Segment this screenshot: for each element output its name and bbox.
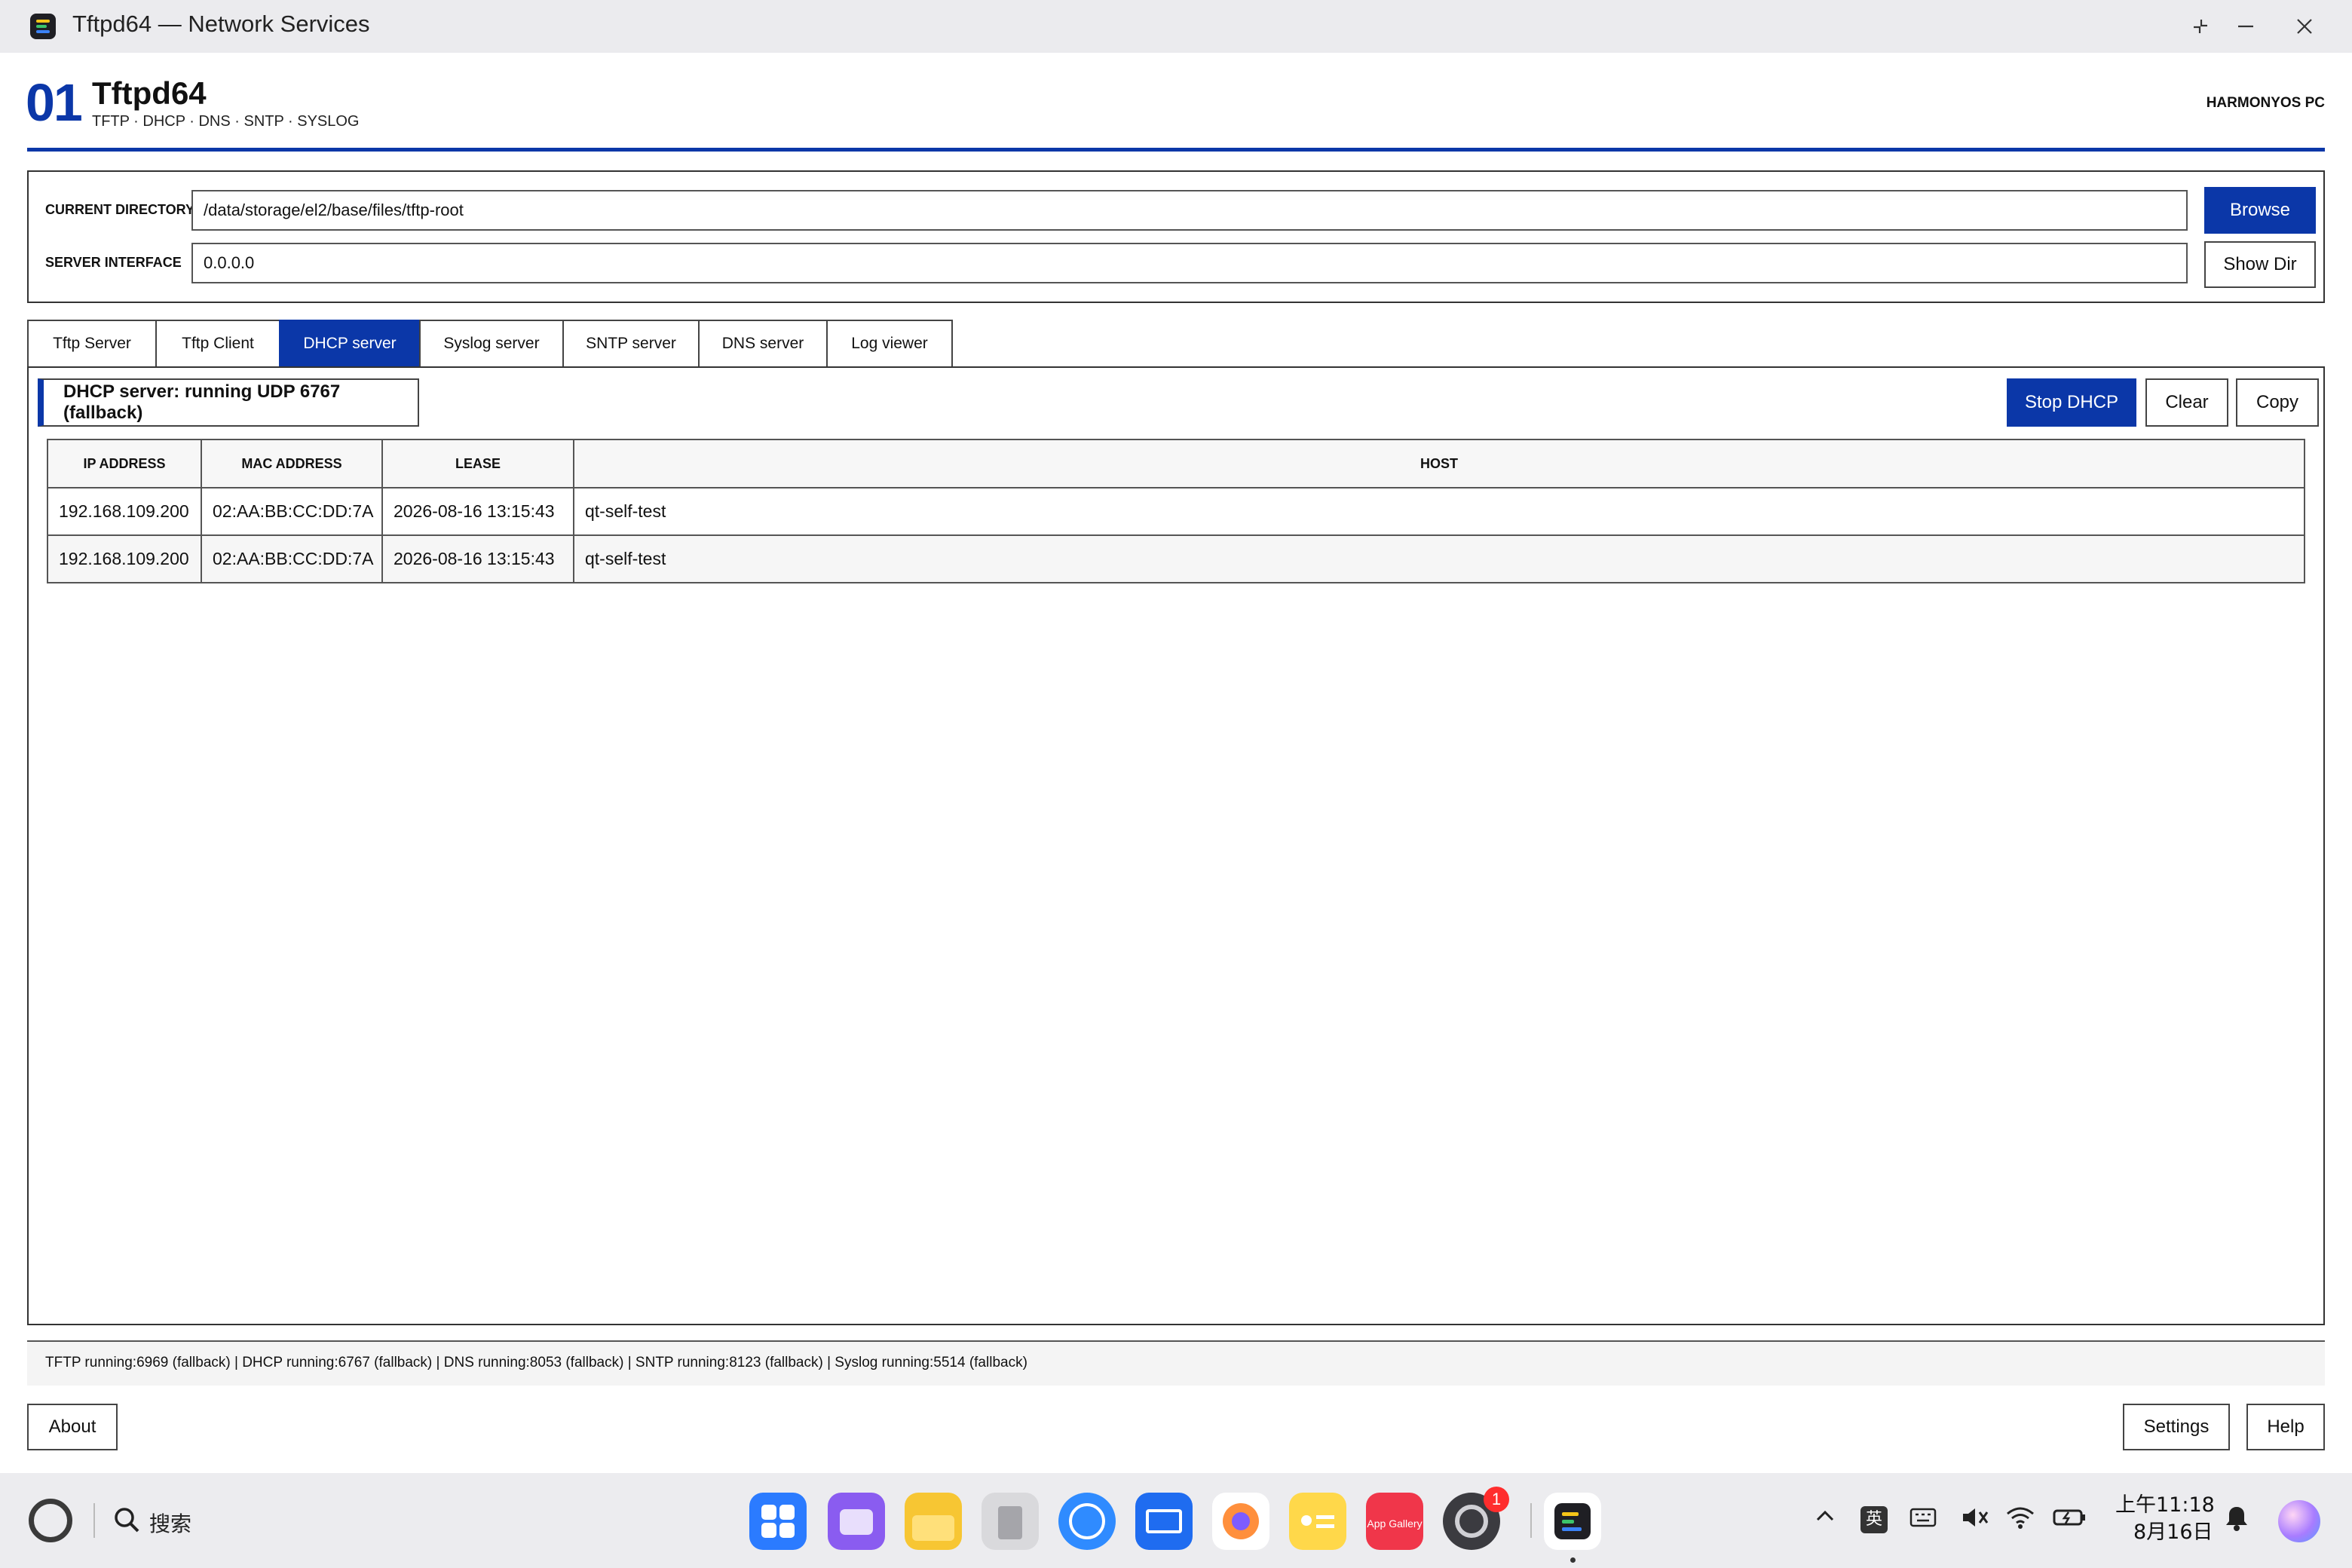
ime-icon[interactable]: 英 [1860, 1506, 1888, 1533]
active-app-indicator [1570, 1557, 1576, 1563]
launcher-icon[interactable] [749, 1493, 807, 1550]
tab-dhcp-server[interactable]: DHCP server [279, 320, 419, 368]
restore-icon[interactable] [2183, 9, 2218, 44]
multitask-icon[interactable] [828, 1493, 885, 1550]
battery-icon[interactable] [2052, 1505, 2087, 1536]
current-directory-label: CURRENT DIRECTORY [45, 202, 195, 217]
tab-bar: Tftp Server Tftp Client DHCP server Sysl… [27, 320, 953, 368]
app-subtitle: TFTP · DHCP · DNS · SNTP · SYSLOG [92, 113, 360, 130]
clock-date[interactable]: 8月16日 [2133, 1515, 2213, 1545]
tab-syslog-server[interactable]: Syslog server [419, 320, 562, 368]
tab-tftp-server[interactable]: Tftp Server [27, 320, 155, 368]
tab-log-viewer[interactable]: Log viewer [826, 320, 953, 368]
cell-host: qt-self-test [573, 487, 2305, 536]
volume-muted-icon[interactable] [1960, 1505, 1990, 1536]
stop-dhcp-button[interactable]: Stop DHCP [2007, 378, 2136, 427]
keyboard-icon[interactable] [1909, 1505, 1937, 1535]
cell-lease: 2026-08-16 13:15:43 [381, 487, 574, 536]
show-dir-button[interactable]: Show Dir [2204, 241, 2316, 288]
platform-label: HARMONYOS PC [2206, 95, 2325, 111]
column-header-lease[interactable]: LEASE [381, 439, 574, 488]
table-header-row: IP ADDRESS MAC ADDRESS LEASE HOST [47, 439, 2305, 488]
minimize-icon[interactable] [2228, 9, 2263, 44]
notes-icon[interactable] [1289, 1493, 1346, 1550]
search-label[interactable]: 搜索 [149, 1508, 191, 1538]
app-gallery-icon[interactable]: App Gallery [1366, 1493, 1423, 1550]
header-number: 01 [26, 73, 83, 132]
cell-host: qt-self-test [573, 534, 2305, 583]
settings-button[interactable]: Settings [2123, 1404, 2230, 1450]
clear-button[interactable]: Clear [2145, 378, 2228, 427]
taskbar-divider [1530, 1503, 1532, 1538]
column-header-host[interactable]: HOST [573, 439, 2305, 488]
mail-icon[interactable] [1135, 1493, 1193, 1550]
tftpd64-taskbar-icon[interactable] [1544, 1493, 1601, 1550]
server-interface-input[interactable]: 0.0.0.0 [191, 243, 2188, 283]
copy-button[interactable]: Copy [2236, 378, 2319, 427]
browse-button[interactable]: Browse [2204, 187, 2316, 234]
cell-lease: 2026-08-16 13:15:43 [381, 534, 574, 583]
table-row[interactable]: 192.168.109.200 02:AA:BB:CC:DD:7A 2026-0… [47, 487, 2305, 536]
help-button[interactable]: Help [2246, 1404, 2325, 1450]
assistant-icon[interactable] [2278, 1500, 2320, 1542]
cell-mac: 02:AA:BB:CC:DD:7A [201, 534, 383, 583]
cell-mac: 02:AA:BB:CC:DD:7A [201, 487, 383, 536]
about-button[interactable]: About [27, 1404, 118, 1450]
settings-panel: CURRENT DIRECTORY /data/storage/el2/base… [27, 170, 2325, 303]
taskbar-divider [93, 1503, 95, 1538]
tab-sntp-server[interactable]: SNTP server [562, 320, 698, 368]
app-name: Tftpd64 [92, 75, 207, 111]
app-icon [30, 14, 56, 39]
close-icon[interactable] [2287, 9, 2322, 44]
tab-dns-server[interactable]: DNS server [698, 320, 826, 368]
taskbar: 搜索 App Gallery 1 英 上午11:18 8月16日 [0, 1473, 2352, 1568]
tab-tftp-client[interactable]: Tftp Client [155, 320, 279, 368]
photos-icon[interactable] [1212, 1493, 1269, 1550]
files-icon[interactable] [905, 1493, 962, 1550]
clock-time[interactable]: 上午11:18 [2115, 1488, 2215, 1517]
table-row[interactable]: 192.168.109.200 02:AA:BB:CC:DD:7A 2026-0… [47, 534, 2305, 583]
cell-ip: 192.168.109.200 [47, 487, 202, 536]
header-divider [27, 148, 2325, 152]
title-bar: Tftpd64 — Network Services [0, 0, 2352, 53]
dhcp-status: DHCP server: running UDP 6767 (fallback) [38, 378, 419, 427]
current-directory-input[interactable]: /data/storage/el2/base/files/tftp-root [191, 190, 2188, 231]
tray-expand-icon[interactable] [1814, 1505, 1836, 1533]
start-orb-icon[interactable] [29, 1499, 72, 1542]
window-title: Tftpd64 — Network Services [72, 11, 370, 37]
search-icon[interactable] [112, 1505, 142, 1539]
status-bar: TFTP running:6969 (fallback) | DHCP runn… [27, 1340, 2325, 1386]
wifi-icon[interactable] [2005, 1505, 2035, 1536]
dhcp-panel: DHCP server: running UDP 6767 (fallback)… [27, 366, 2325, 1325]
notification-bell-icon[interactable] [2224, 1505, 2249, 1538]
app-gallery-label: App Gallery [1367, 1517, 1423, 1530]
cell-ip: 192.168.109.200 [47, 534, 202, 583]
notification-badge: 1 [1484, 1487, 1509, 1512]
column-header-ip[interactable]: IP ADDRESS [47, 439, 202, 488]
lease-table: IP ADDRESS MAC ADDRESS LEASE HOST 192.16… [47, 439, 2305, 583]
trash-icon[interactable] [982, 1493, 1039, 1550]
column-header-mac[interactable]: MAC ADDRESS [201, 439, 383, 488]
browser-icon[interactable] [1058, 1493, 1116, 1550]
server-interface-label: SERVER INTERFACE [45, 255, 182, 270]
